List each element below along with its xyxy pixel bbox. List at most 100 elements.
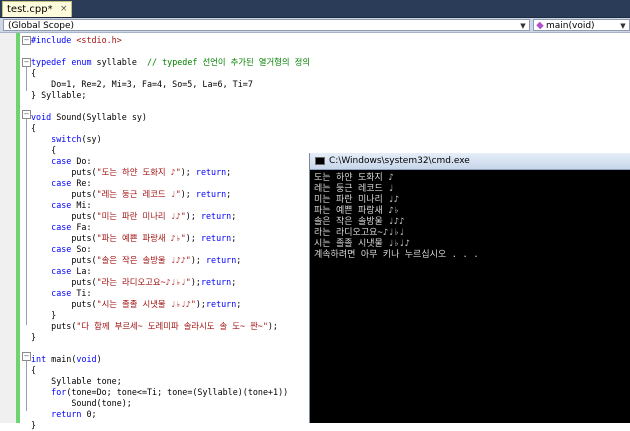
code-token: (tone=Do; tone<=Ti; tone=(Syllable)(tone…	[66, 387, 289, 397]
code-token: puts(	[31, 299, 97, 309]
code-token: puts(	[31, 233, 97, 243]
code-line[interactable]: #include <stdio.h>	[31, 35, 122, 46]
function-icon	[536, 21, 544, 30]
code-token: Mi:	[71, 200, 92, 210]
code-line[interactable]: }	[31, 310, 56, 321]
code-line[interactable]: Syllable tone;	[31, 376, 122, 387]
code-token: switch	[51, 134, 82, 144]
code-token: ;	[231, 277, 237, 287]
code-token: enum	[71, 57, 92, 67]
code-token: case	[51, 156, 72, 166]
code-token: "미는 파란 미나리 ♩♪"	[96, 211, 186, 221]
code-token: Syllable tone;	[31, 376, 122, 386]
code-line[interactable]: }	[31, 332, 36, 343]
code-token: 0;	[81, 409, 97, 419]
code-line[interactable]: void Sound(Syllable sy)	[31, 112, 147, 123]
code-line[interactable]: case So:	[31, 244, 91, 255]
code-token: );	[180, 189, 196, 199]
tab-label: test.cpp*	[7, 4, 53, 15]
code-token: case	[51, 244, 72, 254]
code-token: return	[200, 211, 232, 221]
code-line[interactable]: puts("파는 예쁜 파랑새 ♪♭"); return;	[31, 233, 236, 244]
code-line[interactable]: puts("솔은 작은 솔방울 ♩♪♪"); return;	[31, 255, 241, 266]
code-token: case	[51, 222, 72, 232]
code-token: Sound(Syllable sy)	[51, 112, 147, 122]
code-token: {	[31, 123, 37, 133]
code-line[interactable]: puts("시는 졸졸 시냇물 ♩♭♩♪");return;	[31, 299, 241, 310]
code-line[interactable]: case Re:	[31, 178, 91, 189]
chevron-down-icon[interactable]: ▼	[618, 20, 628, 32]
scope-dropdown[interactable]: (Global Scope) ▼	[3, 19, 530, 31]
member-dropdown[interactable]: main(void) ▼	[533, 19, 630, 31]
console-window[interactable]: C:\Windows\system32\cmd.exe 도는 하얀 도화지 ♪ 레…	[309, 153, 630, 423]
code-line[interactable]: case La:	[31, 266, 91, 277]
code-token: }	[31, 420, 37, 430]
code-line[interactable]: }	[31, 420, 36, 431]
code-line[interactable]: case Fa:	[31, 222, 92, 233]
code-line[interactable]: puts("레는 둥근 레코드 ♩"); return;	[31, 189, 231, 200]
collapse-icon[interactable]: −	[22, 58, 31, 67]
code-line[interactable]: puts("도는 하얀 도화지 ♪"); return;	[31, 167, 231, 178]
code-token: "파는 예쁜 파랑새 ♪♭"	[96, 233, 186, 243]
code-token: return	[195, 167, 227, 177]
code-token: );	[190, 255, 206, 265]
code-token: "도는 하얀 도화지 ♪"	[96, 167, 181, 177]
code-token: }	[31, 310, 57, 320]
code-token: void	[31, 112, 52, 122]
change-tracking-bar	[16, 33, 20, 423]
console-line: 솔은 작은 솔방울 ♩♪♪	[314, 217, 405, 227]
code-token: )	[96, 354, 102, 364]
code-token: "솔은 작은 솔방울 ♩♪♪"	[96, 255, 191, 265]
collapse-icon[interactable]: −	[22, 36, 31, 45]
code-token: return	[205, 255, 237, 265]
chevron-down-icon[interactable]: ▼	[518, 20, 528, 32]
code-token: "라는 라디오고요~♪♩♭♩"	[96, 277, 191, 287]
tab-test-cpp[interactable]: test.cpp* ×	[2, 1, 72, 17]
console-title-bar[interactable]: C:\Windows\system32\cmd.exe	[310, 153, 630, 170]
code-line[interactable]: typedef enum syllable // typedef 선언이 추가된…	[31, 57, 310, 68]
code-line[interactable]: int main(void)	[31, 354, 102, 365]
code-line[interactable]: return 0;	[31, 409, 97, 420]
code-line[interactable]: puts("라는 라디오고요~♪♩♭♩");return;	[31, 277, 236, 288]
collapse-icon[interactable]: −	[22, 110, 31, 119]
document-tab-bar: test.cpp* ×	[0, 0, 630, 18]
code-line[interactable]: {	[31, 68, 36, 79]
code-line[interactable]: {	[31, 123, 36, 134]
code-line[interactable]: puts("다 함께 부르세~ 도레미파 솔라시도 솔 도~ 짠~");	[31, 321, 278, 332]
code-token: puts(	[31, 189, 97, 199]
code-line[interactable]: switch(sy)	[31, 134, 101, 145]
code-line[interactable]: {	[31, 365, 36, 376]
code-token: );	[195, 299, 206, 309]
code-line[interactable]: {	[31, 145, 56, 156]
code-line[interactable]: } Syllable;	[31, 90, 86, 101]
code-token: // typedef 선언이 추가된 열거형의 정의	[146, 57, 311, 67]
code-line[interactable]: case Do:	[31, 156, 92, 167]
code-token: "시는 졸졸 시냇물 ♩♭♩♪"	[96, 299, 196, 309]
code-line[interactable]: case Ti:	[31, 288, 91, 299]
code-line[interactable]: puts("미는 파란 미나리 ♩♪"); return;	[31, 211, 236, 222]
code-line[interactable]: for(tone=Do; tone<=Ti; tone=(Syllable)(t…	[31, 387, 288, 398]
code-token: Do:	[71, 156, 92, 166]
code-token: );	[267, 321, 278, 331]
code-token: return	[205, 299, 237, 309]
code-token: }	[31, 332, 37, 342]
code-token: main(	[46, 354, 77, 364]
code-token: Fa:	[71, 222, 92, 232]
code-token: {	[31, 365, 37, 375]
code-token: <stdio.h>	[76, 35, 122, 45]
code-line[interactable]: Do=1, Re=2, Mi=3, Fa=4, So=5, La=6, Ti=7	[31, 79, 253, 90]
close-tab-icon[interactable]: ×	[60, 2, 68, 17]
code-line[interactable]: Sound(tone);	[31, 398, 132, 409]
code-token: case	[51, 266, 72, 276]
outline-guide	[26, 361, 27, 411]
code-line[interactable]: case Mi:	[31, 200, 92, 211]
collapse-icon[interactable]: −	[22, 352, 31, 361]
editor-margin	[0, 33, 16, 423]
code-token: Do=1, Re=2, Mi=3, Fa=4, So=5, La=6, Ti=7	[31, 79, 253, 89]
console-line: 파는 예쁜 파랑새 ♪♭	[314, 206, 400, 216]
console-line: 라는 라디오고요~♪♩♭♩	[314, 228, 405, 238]
